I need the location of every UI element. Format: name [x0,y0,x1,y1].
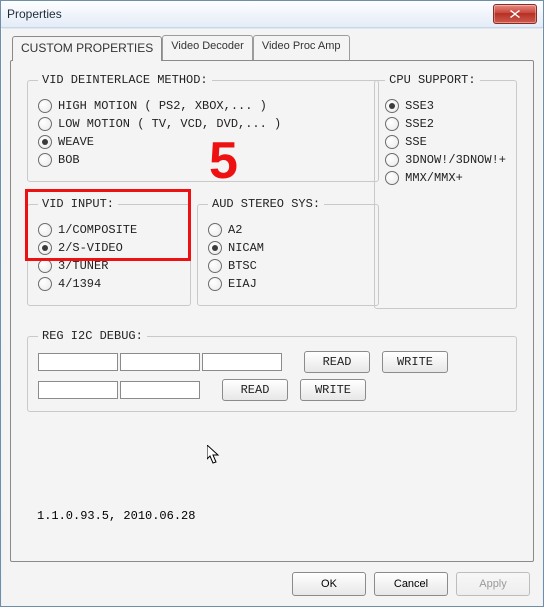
radio-icon [385,171,399,185]
radio-icon [38,99,52,113]
radio-label: A2 [228,223,242,237]
group-aud-stereo: AUD STEREO SYS: A2 NICAM BTSC [197,197,379,306]
radio-sse2[interactable]: SSE2 [385,117,506,131]
tab-strip: CUSTOM PROPERTIES Video Decoder Video Pr… [2,29,542,60]
radio-a2[interactable]: A2 [208,223,368,237]
radio-icon [385,153,399,167]
radio-btsc[interactable]: BTSC [208,259,368,273]
i2c-r1-f2[interactable] [120,353,200,371]
radio-label: SSE2 [405,117,434,131]
i2c-r1-f1[interactable] [38,353,118,371]
client-area: CUSTOM PROPERTIES Video Decoder Video Pr… [2,28,542,606]
apply-button[interactable]: Apply [456,572,530,596]
radio-bob[interactable]: BOB [38,153,368,167]
write-button-1[interactable]: WRITE [382,351,448,373]
version-label: 1.1.0.93.5, 2010.06.28 [37,509,195,523]
group-reg-legend: REG I2C DEBUG: [38,329,147,343]
radio-3dnow[interactable]: 3DNOW!/3DNOW!+ [385,153,506,167]
i2c-r1-f3[interactable] [202,353,282,371]
radio-label: EIAJ [228,277,257,291]
radio-icon [208,223,222,237]
radio-icon [38,277,52,291]
radio-tuner[interactable]: 3/TUNER [38,259,180,273]
tab-video-proc-amp[interactable]: Video Proc Amp [253,35,350,60]
radio-icon [38,135,52,149]
i2c-row-2: READ WRITE [38,379,506,401]
radio-weave[interactable]: WEAVE [38,135,368,149]
annotation-box [25,189,191,261]
group-aud-legend: AUD STEREO SYS: [208,197,324,211]
radio-label: SSE3 [405,99,434,113]
i2c-row-1: READ WRITE [38,351,506,373]
tab-page-inner: VID DEINTERLACE METHOD: HIGH MOTION ( PS… [21,71,523,551]
radio-sse[interactable]: SSE [385,135,506,149]
titlebar: Properties [1,1,543,28]
group-cpu-legend: CPU SUPPORT: [385,73,479,87]
radio-mmx[interactable]: MMX/MMX+ [385,171,506,185]
radio-low-motion[interactable]: LOW MOTION ( TV, VCD, DVD,... ) [38,117,368,131]
read-button-2[interactable]: READ [222,379,288,401]
i2c-r2-f2[interactable] [120,381,200,399]
close-icon [510,10,520,18]
annotation-number: 5 [209,135,238,187]
ok-button[interactable]: OK [292,572,366,596]
radio-sse3[interactable]: SSE3 [385,99,506,113]
radio-icon [385,117,399,131]
radio-icon [38,259,52,273]
radio-label: MMX/MMX+ [405,171,463,185]
group-deinterlace: VID DEINTERLACE METHOD: HIGH MOTION ( PS… [27,73,379,182]
tab-video-decoder[interactable]: Video Decoder [162,35,253,60]
group-reg-i2c: REG I2C DEBUG: READ WRITE [27,329,517,412]
cancel-button[interactable]: Cancel [374,572,448,596]
radio-high-motion[interactable]: HIGH MOTION ( PS2, XBOX,... ) [38,99,368,113]
radio-icon [38,153,52,167]
radio-label: HIGH MOTION ( PS2, XBOX,... ) [58,99,267,113]
radio-label: SSE [405,135,427,149]
cursor-icon [207,445,221,465]
radio-icon [208,277,222,291]
tab-custom-properties[interactable]: CUSTOM PROPERTIES [12,36,162,61]
write-button-2[interactable]: WRITE [300,379,366,401]
radio-label: WEAVE [58,135,94,149]
radio-label: 4/1394 [58,277,101,291]
dialog-button-bar: OK Cancel Apply [292,572,530,596]
radio-label: 3DNOW!/3DNOW!+ [405,153,506,167]
tab-page-custom: VID DEINTERLACE METHOD: HIGH MOTION ( PS… [10,60,534,562]
i2c-grid: READ WRITE READ WRITE [38,351,506,401]
properties-window: Properties CUSTOM PROPERTIES Video Decod… [0,0,544,607]
radio-label: LOW MOTION ( TV, VCD, DVD,... ) [58,117,281,131]
window-title: Properties [7,7,62,21]
radio-icon [208,241,222,255]
radio-icon [385,135,399,149]
radio-1394[interactable]: 4/1394 [38,277,180,291]
i2c-r2-f1[interactable] [38,381,118,399]
radio-eiaj[interactable]: EIAJ [208,277,368,291]
radio-label: BOB [58,153,80,167]
radio-icon [385,99,399,113]
radio-label: BTSC [228,259,257,273]
group-cpu-support: CPU SUPPORT: SSE3 SSE2 SSE [374,73,517,309]
radio-label: NICAM [228,241,264,255]
radio-icon [38,117,52,131]
close-button[interactable] [493,4,537,24]
radio-icon [208,259,222,273]
radio-nicam[interactable]: NICAM [208,241,368,255]
read-button-1[interactable]: READ [304,351,370,373]
group-deinterlace-legend: VID DEINTERLACE METHOD: [38,73,212,87]
radio-label: 3/TUNER [58,259,108,273]
